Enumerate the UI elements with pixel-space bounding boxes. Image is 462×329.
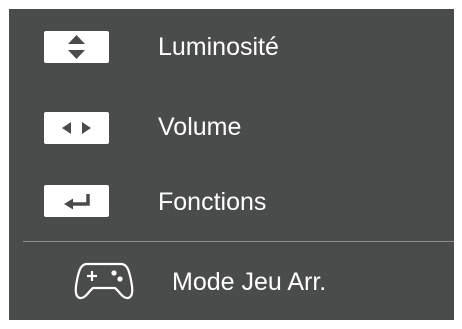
up-down-arrows-glyph (68, 35, 85, 59)
menu-item-volume[interactable]: Volume (9, 98, 454, 158)
menu-item-label: Volume (158, 113, 242, 141)
enter-return-icon[interactable] (44, 185, 109, 217)
left-right-arrows-icon[interactable] (44, 112, 109, 144)
menu-item-label: Fonctions (158, 188, 267, 216)
left-right-arrows-glyph (62, 122, 91, 134)
menu-divider (23, 241, 454, 242)
menu-item-brightness[interactable]: Luminosité (9, 17, 454, 77)
menu-item-functions[interactable]: Fonctions (9, 171, 454, 231)
menu-item-label: Luminosité (158, 33, 279, 61)
game-mode-label[interactable]: Mode Jeu Arr. (172, 267, 326, 297)
enter-return-glyph (64, 194, 90, 210)
osd-menu-panel: Luminosité Volume Fonctions Mode Jeu Arr… (9, 9, 454, 320)
up-down-arrows-icon[interactable] (44, 31, 109, 63)
gamepad-icon[interactable] (73, 260, 135, 302)
